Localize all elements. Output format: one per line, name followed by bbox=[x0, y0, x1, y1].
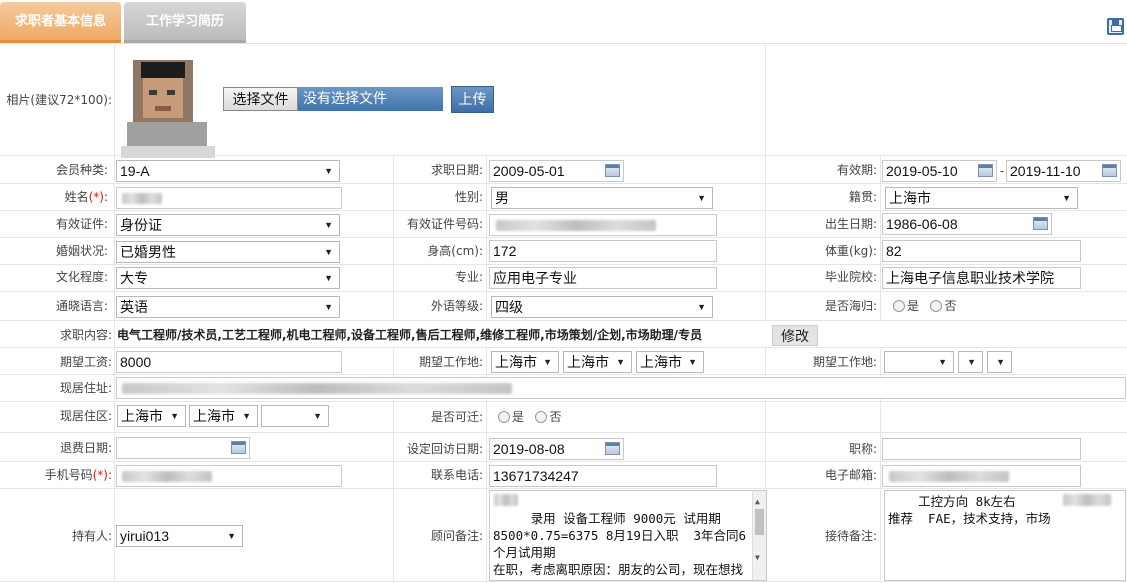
email-input[interactable] bbox=[882, 465, 1081, 487]
apply-date-input[interactable]: 2009-05-01 bbox=[489, 160, 624, 182]
valid-to-input[interactable]: 2019-11-10 bbox=[1006, 160, 1121, 182]
expected-city-select[interactable]: 上海市 ▼ bbox=[563, 351, 632, 373]
email-label: 电子邮箱: bbox=[824, 468, 877, 482]
height-input[interactable]: 172 bbox=[489, 240, 717, 262]
phone-input[interactable]: 13671734247 bbox=[489, 465, 717, 487]
calendar-icon[interactable] bbox=[231, 441, 246, 454]
district-area-select[interactable]: ▼ bbox=[261, 405, 329, 427]
upload-button[interactable]: 上传 bbox=[451, 86, 494, 113]
gender-label: 性别: bbox=[454, 190, 483, 204]
returnee-label: 是否海归: bbox=[824, 299, 877, 313]
expected-district2-select[interactable]: ▼ bbox=[987, 351, 1012, 373]
marital-label: 婚姻状况: bbox=[55, 244, 108, 258]
school-label: 毕业院校: bbox=[824, 270, 877, 284]
calendar-icon[interactable] bbox=[605, 442, 620, 455]
address-input[interactable] bbox=[116, 377, 1126, 399]
gender-select[interactable]: 男 ▼ bbox=[491, 187, 713, 209]
job-content-label: 求职内容: bbox=[59, 328, 112, 342]
native-place-label: 籍贯: bbox=[848, 190, 877, 204]
major-label: 专业: bbox=[454, 270, 483, 284]
weight-label: 体重(kg): bbox=[825, 244, 877, 258]
id-type-select[interactable]: 身份证 ▼ bbox=[116, 214, 340, 236]
returnee-yes-radio[interactable] bbox=[893, 300, 905, 312]
calendar-icon[interactable] bbox=[605, 164, 620, 177]
valid-period-label: 有效期: bbox=[836, 163, 877, 177]
job-title-input[interactable] bbox=[882, 438, 1081, 460]
relocate-label: 是否可迁: bbox=[430, 410, 483, 424]
job-title-label: 职称: bbox=[848, 442, 877, 456]
language-level-select[interactable]: 四级 ▼ bbox=[491, 296, 713, 318]
calendar-icon[interactable] bbox=[1033, 217, 1048, 230]
save-icon[interactable] bbox=[1107, 18, 1124, 35]
calendar-icon[interactable] bbox=[1102, 164, 1117, 177]
district-city-select[interactable]: 上海市 ▼ bbox=[189, 405, 258, 427]
native-place-select[interactable]: 上海市 ▼ bbox=[885, 187, 1078, 209]
calendar-icon[interactable] bbox=[978, 164, 993, 177]
relocate-no-radio[interactable] bbox=[535, 411, 548, 423]
returnee-radio-group: 是 否 bbox=[893, 296, 956, 316]
education-label: 文化程度: bbox=[55, 270, 108, 284]
expected-city2-select[interactable]: ▼ bbox=[958, 351, 983, 373]
relocate-radio-group: 是 否 bbox=[498, 407, 561, 427]
id-type-label: 有效证件: bbox=[55, 217, 108, 231]
address-label: 现居住址: bbox=[59, 381, 112, 395]
mobile-label: 手机号码(*): bbox=[44, 468, 112, 482]
expected-salary-input[interactable]: 8000 bbox=[116, 351, 342, 373]
id-number-label: 有效证件号码: bbox=[406, 217, 483, 231]
weight-input[interactable]: 82 bbox=[882, 240, 1081, 262]
tab-basic-info[interactable]: 求职者基本信息 bbox=[0, 2, 121, 43]
scrollbar[interactable]: ▲ ▼ bbox=[752, 491, 766, 580]
returnee-no-radio[interactable] bbox=[930, 300, 943, 312]
revisit-date-label: 设定回访日期: bbox=[406, 442, 483, 456]
phone-label: 联系电话: bbox=[430, 468, 483, 482]
district-province-select[interactable]: 上海市 ▼ bbox=[117, 405, 186, 427]
expected-province-select[interactable]: 上海市 ▼ bbox=[491, 351, 559, 373]
language-select[interactable]: 英语 ▼ bbox=[116, 296, 340, 318]
height-label: 身高(cm): bbox=[427, 244, 483, 258]
expected-location-label: 期望工作地: bbox=[418, 355, 483, 369]
avatar bbox=[121, 50, 215, 158]
refund-date-label: 退费日期: bbox=[59, 441, 112, 455]
language-level-label: 外语等级: bbox=[430, 299, 483, 313]
major-input[interactable]: 应用电子专业 bbox=[489, 267, 717, 289]
education-select[interactable]: 大专 ▼ bbox=[116, 267, 340, 289]
date-separator: - bbox=[999, 164, 1005, 178]
member-type-label: 会员种类: bbox=[55, 163, 108, 177]
birth-date-input[interactable]: 1986-06-08 bbox=[882, 213, 1052, 235]
revisit-date-input[interactable]: 2019-08-08 bbox=[489, 438, 624, 460]
language-label: 通晓语言: bbox=[55, 299, 108, 313]
birth-date-label: 出生日期: bbox=[824, 217, 877, 231]
modify-button[interactable]: 修改 bbox=[772, 325, 818, 346]
school-input[interactable]: 上海电子信息职业技术学院 bbox=[882, 267, 1081, 289]
refund-date-input[interactable] bbox=[116, 437, 250, 459]
owner-label: 持有人: bbox=[71, 529, 112, 543]
mobile-input[interactable] bbox=[116, 465, 342, 487]
expected-location2-label: 期望工作地: bbox=[812, 355, 877, 369]
id-number-input[interactable] bbox=[489, 214, 717, 236]
relocate-yes-radio[interactable] bbox=[498, 411, 510, 423]
expected-salary-label: 期望工资: bbox=[59, 355, 112, 369]
apply-date-label: 求职日期: bbox=[430, 163, 483, 177]
photo-label: 相片(建议72*100): bbox=[6, 93, 112, 107]
choose-file-button[interactable]: 选择文件 bbox=[223, 87, 298, 111]
tab-bar: 求职者基本信息 工作学习简历 bbox=[0, 0, 1127, 44]
tab-work-history[interactable]: 工作学习简历 bbox=[124, 2, 246, 43]
district-label: 现居住区: bbox=[59, 409, 112, 423]
owner-select[interactable]: yirui013 ▼ bbox=[116, 525, 243, 547]
name-input[interactable] bbox=[116, 187, 342, 209]
expected-province2-select[interactable]: ▼ bbox=[884, 351, 954, 373]
job-content-value: 电气工程师/技术员,工艺工程师,机电工程师,设备工程师,售后工程师,维修工程师,… bbox=[117, 328, 703, 342]
member-type-select[interactable]: 19-A ▼ bbox=[116, 160, 340, 182]
consultant-note-textarea[interactable]: 录用 设备工程师 9000元 试用期8500*0.75=6375 8月19日入职… bbox=[489, 490, 767, 581]
reception-note-label: 接待备注: bbox=[824, 529, 877, 543]
name-label: 姓名(*): bbox=[64, 190, 108, 204]
valid-from-input[interactable]: 2019-05-10 bbox=[882, 160, 997, 182]
file-name-display: 没有选择文件 bbox=[298, 87, 443, 111]
consultant-note-label: 顾问备注: bbox=[430, 529, 483, 543]
marital-select[interactable]: 已婚男性 ▼ bbox=[116, 241, 340, 263]
expected-district-select[interactable]: 上海市 ▼ bbox=[636, 351, 704, 373]
